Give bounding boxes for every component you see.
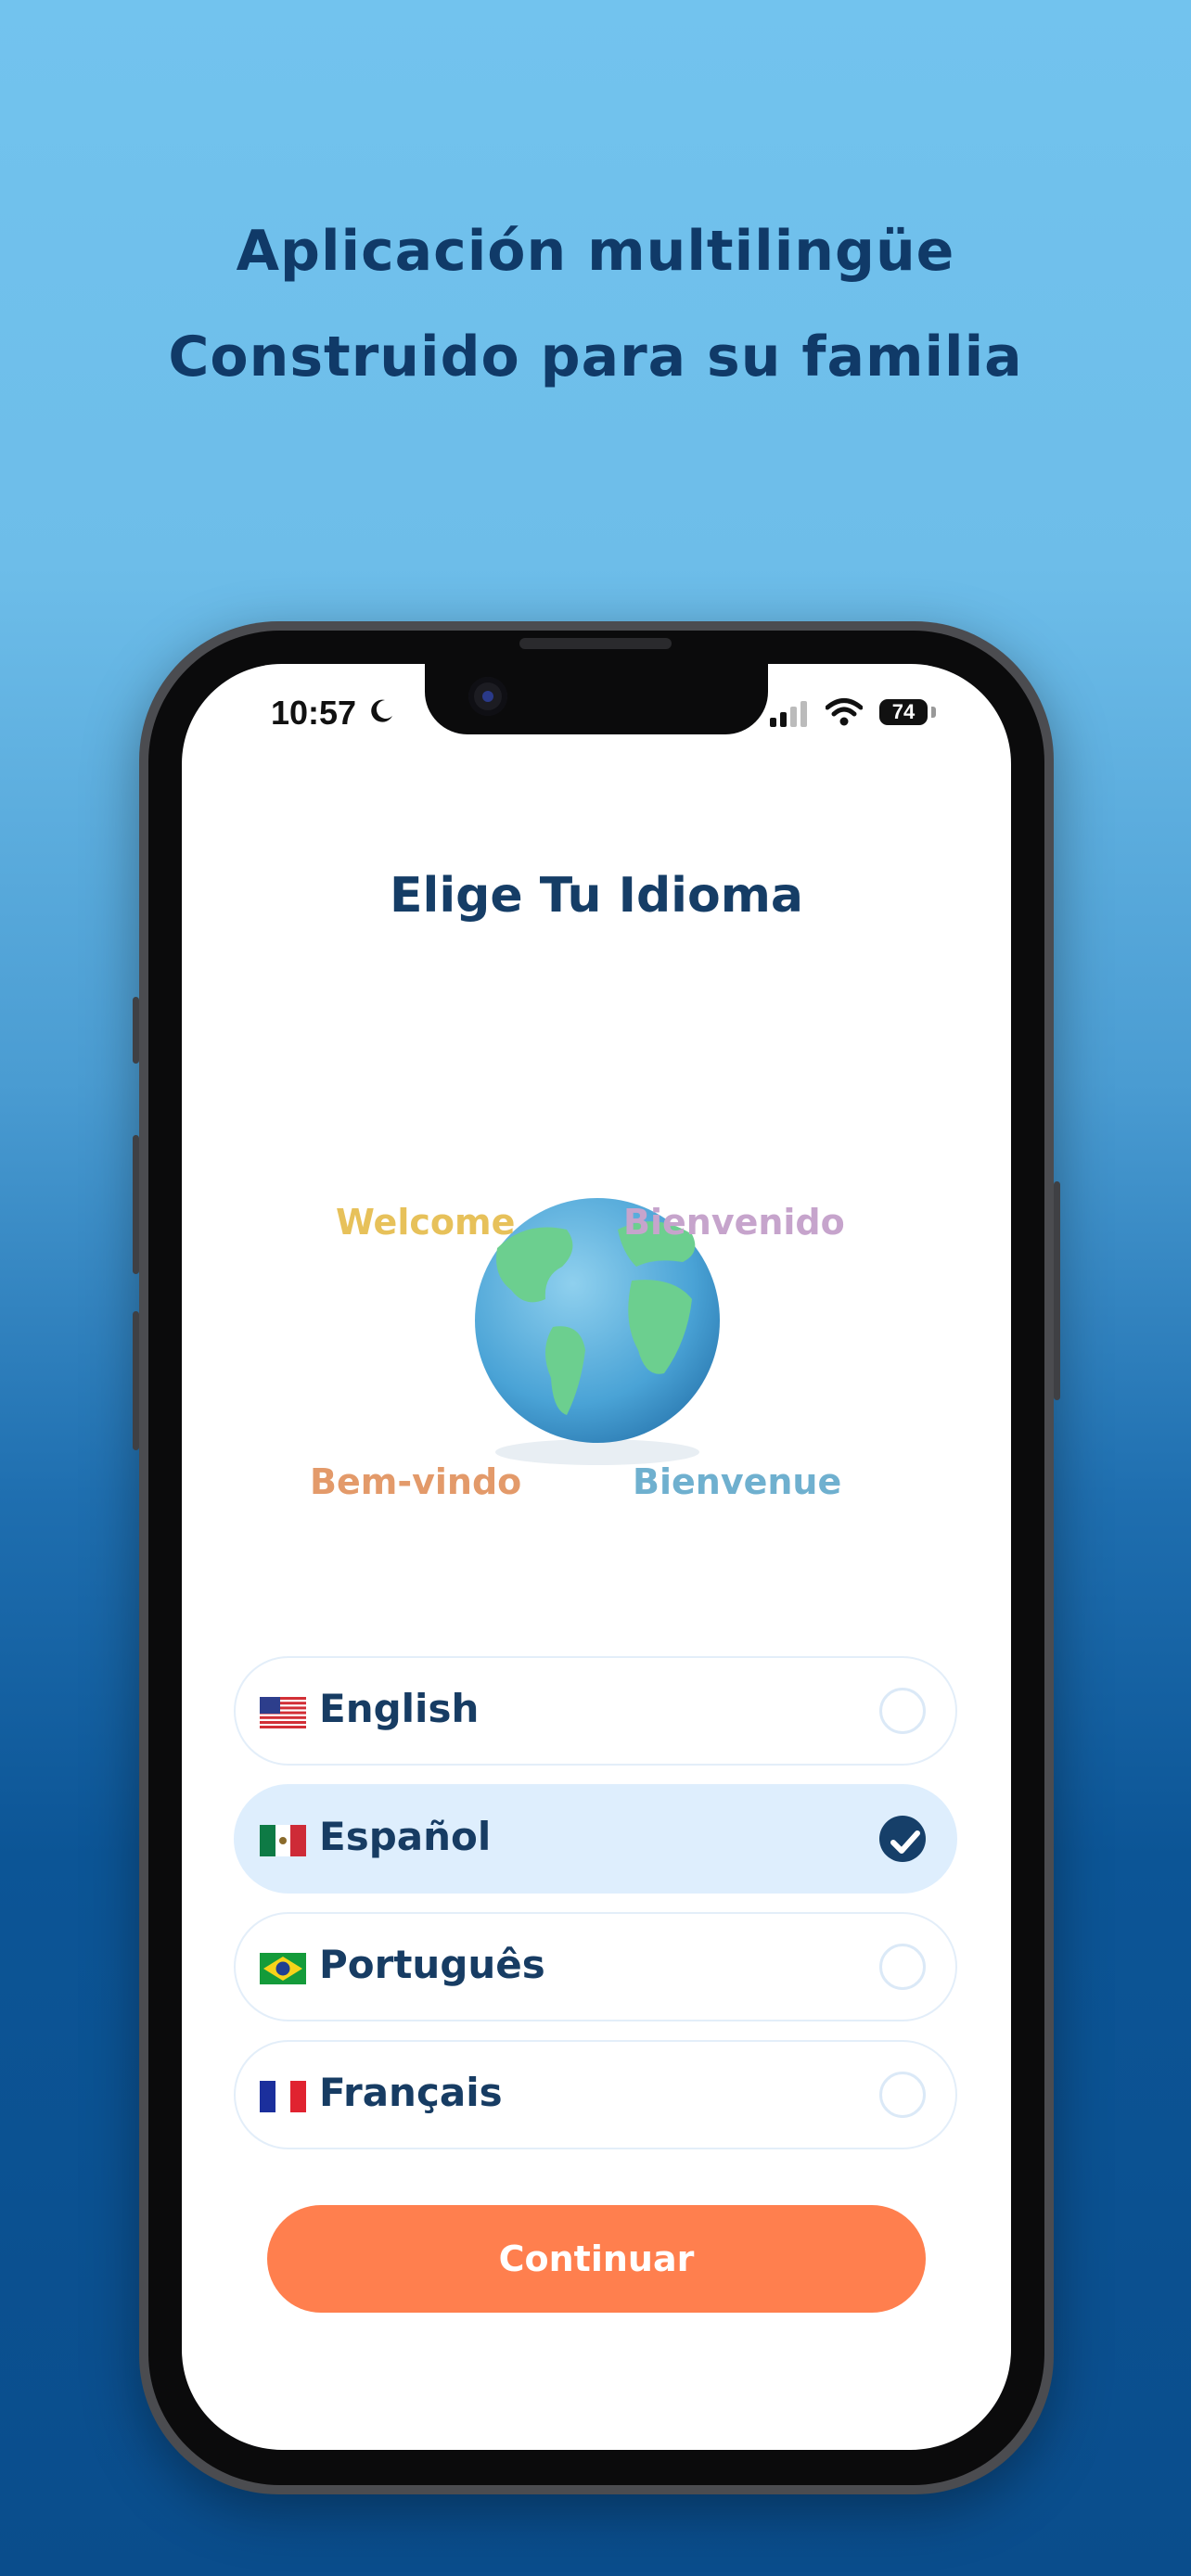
app-screen: 10:57 74 Elige Tu Idioma Welcome Bienven… bbox=[182, 664, 1011, 2450]
radio-unchecked-icon[interactable] bbox=[879, 2072, 926, 2118]
front-camera bbox=[468, 677, 507, 716]
volume-up-button bbox=[133, 1135, 139, 1274]
earpiece-speaker bbox=[519, 638, 672, 649]
us-flag-icon bbox=[260, 1697, 306, 1728]
battery-cap bbox=[931, 707, 936, 718]
moon-icon bbox=[371, 699, 392, 722]
language-label: Español bbox=[319, 1814, 492, 1859]
language-option-english[interactable]: English bbox=[234, 1656, 957, 1766]
radio-unchecked-icon[interactable] bbox=[879, 1688, 926, 1734]
status-time: 10:57 bbox=[271, 694, 357, 732]
word-welcome: Welcome bbox=[336, 1202, 516, 1243]
signal-icon bbox=[770, 701, 807, 727]
fr-flag-icon bbox=[260, 2081, 306, 2112]
volume-down-button bbox=[133, 1311, 139, 1450]
radio-unchecked-icon[interactable] bbox=[879, 1944, 926, 1990]
notch bbox=[425, 664, 768, 734]
globe-illustration: Welcome Bienvenido Bem-vindo Bienvenue bbox=[302, 1090, 890, 1554]
word-bienvenue: Bienvenue bbox=[633, 1461, 842, 1502]
promo-headline-2: Construido para su familia bbox=[168, 325, 1023, 389]
mx-flag-icon bbox=[260, 1825, 306, 1856]
promo-headline-1: Aplicación multilingüe bbox=[236, 219, 955, 284]
radio-checked-icon[interactable] bbox=[879, 1816, 926, 1862]
language-option-espanol[interactable]: Español bbox=[234, 1784, 957, 1894]
continue-button[interactable]: Continuar bbox=[267, 2205, 926, 2313]
language-option-francais[interactable]: Français bbox=[234, 2040, 957, 2149]
language-label: Français bbox=[319, 2070, 503, 2115]
br-flag-icon bbox=[260, 1953, 306, 1984]
word-bienvenido: Bienvenido bbox=[623, 1202, 845, 1243]
page-title: Elige Tu Idioma bbox=[389, 868, 804, 924]
language-label: Português bbox=[319, 1942, 545, 1987]
wifi-icon bbox=[826, 698, 863, 726]
word-bem-vindo: Bem-vindo bbox=[310, 1461, 522, 1502]
language-label: English bbox=[319, 1686, 480, 1731]
power-button bbox=[1054, 1181, 1060, 1400]
mute-switch bbox=[133, 997, 139, 1064]
battery-indicator: 74 bbox=[879, 699, 928, 725]
language-option-portugues[interactable]: Português bbox=[234, 1912, 957, 2021]
